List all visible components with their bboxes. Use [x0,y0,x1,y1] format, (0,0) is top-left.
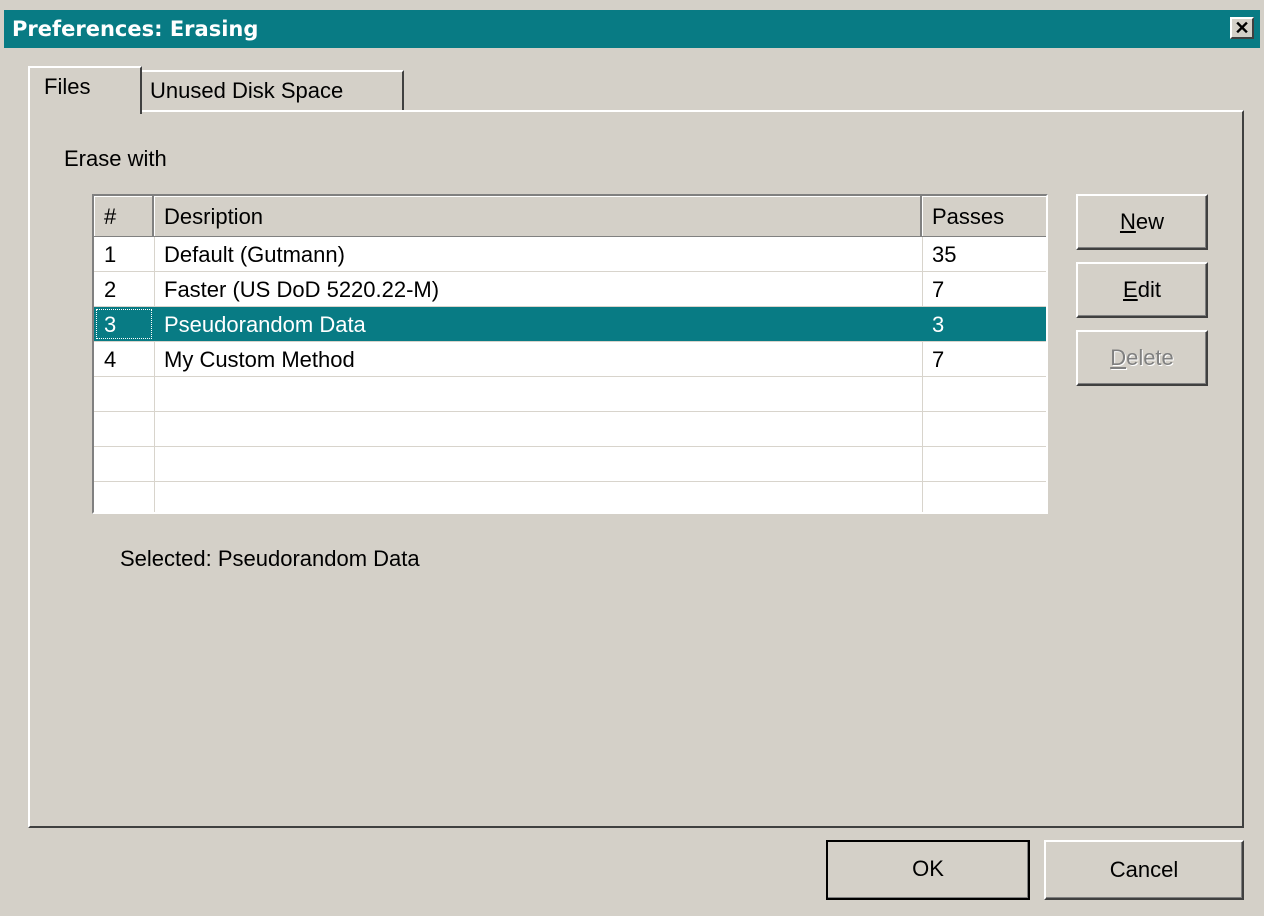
tab-files-label: Files [44,74,91,99]
list-header: # Desription Passes [94,196,1046,237]
delete-button-label: Delete [1110,345,1174,370]
row-description: Pseudorandom Data [164,312,366,337]
new-button[interactable]: New [1076,194,1208,250]
empty-row [94,412,1046,447]
new-button-label: New [1119,209,1164,234]
cancel-button[interactable]: Cancel [1044,840,1244,900]
table-row[interactable]: 4 My Custom Method 7 [94,342,1046,377]
table-row[interactable]: 1 Default (Gutmann) 35 [94,237,1046,272]
list-rows: 1 Default (Gutmann) 35 2 Faster (US DoD … [94,237,1046,512]
row-passes: 35 [932,242,957,267]
column-header-description[interactable]: Desription [154,196,922,236]
row-number: 1 [104,242,117,267]
row-number: 2 [104,277,117,302]
window-title: Preferences: Erasing [12,17,259,41]
empty-row [94,447,1046,482]
delete-button[interactable]: Delete [1076,330,1208,386]
row-number: 4 [104,347,117,372]
erase-methods-list[interactable]: # Desription Passes 1 Default (Gutmann) … [92,194,1048,514]
tab-unused-disk-space[interactable]: Unused Disk Space [140,70,404,110]
row-description: Default (Gutmann) [164,242,345,267]
selected-method-text: Selected: Pseudorandom Data [120,546,420,571]
ok-button[interactable]: OK [826,840,1030,900]
title-bar[interactable]: Preferences: Erasing ✕ [4,10,1260,48]
tab-unused-disk-space-label: Unused Disk Space [150,78,344,103]
ok-button-label: OK [912,856,944,881]
preferences-dialog: Preferences: Erasing ✕ Files Unused Disk… [0,0,1264,916]
row-passes: 3 [932,312,945,337]
row-passes: 7 [932,277,945,302]
tab-files[interactable]: Files [28,66,142,114]
row-number: 3 [94,307,154,341]
row-description: Faster (US DoD 5220.22-M) [164,277,440,302]
edit-button[interactable]: Edit [1076,262,1208,318]
table-row-selected[interactable]: 3 Pseudorandom Data 3 [94,307,1046,342]
column-header-number[interactable]: # [94,196,154,236]
close-button[interactable]: ✕ [1230,17,1254,39]
cancel-button-label: Cancel [1109,857,1179,882]
row-passes: 7 [932,347,945,372]
edit-button-label: Edit [1123,277,1161,302]
erase-with-label: Erase with [64,146,167,171]
close-icon: ✕ [1234,18,1250,38]
row-description: My Custom Method [164,347,355,372]
empty-row [94,377,1046,412]
empty-row [94,482,1046,512]
column-header-passes[interactable]: Passes [922,196,1046,236]
table-row[interactable]: 2 Faster (US DoD 5220.22-M) 7 [94,272,1046,307]
